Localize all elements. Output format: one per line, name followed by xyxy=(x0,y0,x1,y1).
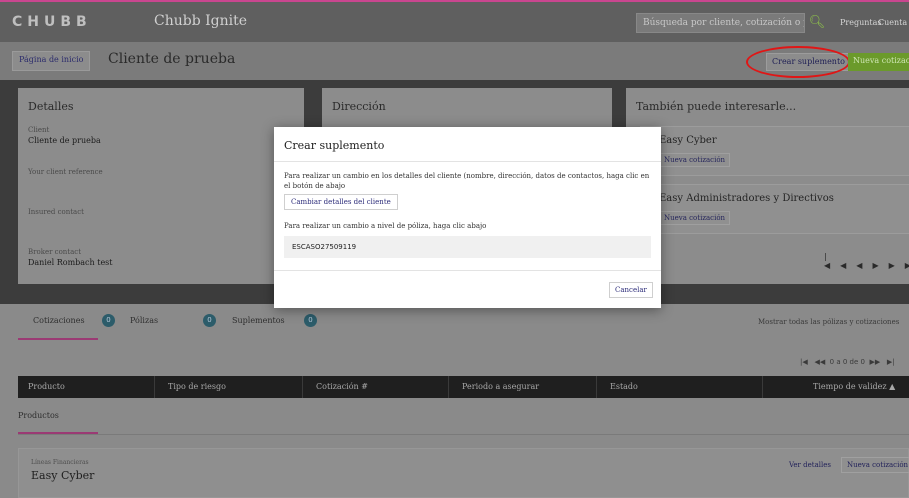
create-supplement-modal: Crear suplemento Para realizar un cambio… xyxy=(274,127,661,308)
column-divider xyxy=(596,376,597,398)
carousel-pager[interactable]: |◀◀◀▶▶▶| xyxy=(824,252,909,270)
client-header: Página de inicio Cliente de prueba Crear… xyxy=(0,42,909,80)
page-title: Cliente de prueba xyxy=(108,51,236,67)
table-pager[interactable]: |◀ ◀◀ 0 a 0 de 0 ▶▶ ▶| xyxy=(800,358,895,366)
column-header[interactable]: Tipo de riesgo xyxy=(168,382,226,391)
product-name: Easy Cyber xyxy=(31,469,95,482)
quotes-count-badge: 0 xyxy=(102,314,115,327)
details-title: Detalles xyxy=(28,100,74,113)
account-link[interactable]: Cuenta xyxy=(878,18,907,27)
home-button[interactable]: Página de inicio xyxy=(12,51,91,71)
product-new-quote-button[interactable]: Nueva cotización xyxy=(841,457,909,473)
reference-label: Your client reference xyxy=(28,168,103,176)
pager-text: 0 a 0 de 0 xyxy=(829,358,865,366)
top-navbar: CHUBB Chubb Ignite Búsqueda por cliente,… xyxy=(0,0,909,42)
table-header: Producto Tipo de riesgo Cotización # Per… xyxy=(18,376,909,398)
divider xyxy=(18,434,909,435)
column-header[interactable]: Producto xyxy=(28,382,65,391)
column-divider xyxy=(762,376,763,398)
policy-number-option[interactable]: ESCASO27509119 xyxy=(284,236,651,258)
modal-divider xyxy=(274,161,661,162)
tab-policies[interactable]: Pólizas xyxy=(130,316,158,325)
promo-new-quote-button[interactable]: Nueva cotización xyxy=(659,211,731,225)
tab-supplements[interactable]: Suplementos xyxy=(232,316,285,325)
cancel-button[interactable]: Cancelar xyxy=(609,282,653,298)
column-divider xyxy=(154,376,155,398)
last-page-icon[interactable]: ▶| xyxy=(887,358,895,366)
faq-link[interactable]: Preguntas xyxy=(840,18,881,27)
first-page-icon[interactable]: |◀ xyxy=(800,358,808,366)
promo-name: Easy Cyber xyxy=(659,135,717,146)
promo-name: Easy Administradores y Directivos xyxy=(659,193,834,204)
column-header[interactable]: Periodo a asegurar xyxy=(462,382,539,391)
chubb-logo[interactable]: CHUBB xyxy=(12,14,92,30)
column-header[interactable]: Cotización # xyxy=(316,382,368,391)
promo-card: Easy Cyber Nueva cotización xyxy=(640,126,909,176)
next-page-icon[interactable]: ▶▶ xyxy=(872,261,904,270)
column-divider xyxy=(302,376,303,398)
interest-title: También puede interesarle... xyxy=(636,100,797,113)
active-tab-underline xyxy=(18,338,98,340)
app-title: Chubb Ignite xyxy=(154,13,248,29)
column-header[interactable]: Estado xyxy=(610,382,638,391)
next-page-icon[interactable]: ▶▶ xyxy=(869,358,880,366)
new-quote-button[interactable]: Nueva cotización xyxy=(848,53,909,71)
modal-divider xyxy=(274,270,661,271)
tabs-row: Cotizaciones 0 Pólizas 0 Suplementos 0 M… xyxy=(0,304,909,342)
policy-change-instructions: Para realizar un cambio a nivel de póliz… xyxy=(284,222,487,230)
prev-page-icon[interactable]: ◀◀ xyxy=(840,261,872,270)
client-value: Cliente de prueba xyxy=(28,136,101,145)
first-page-icon[interactable]: |◀ xyxy=(824,252,840,270)
highlight-annotation xyxy=(746,46,850,78)
insured-label: Insured contact xyxy=(28,208,84,216)
policies-count-badge: 0 xyxy=(203,314,216,327)
view-details-link[interactable]: Ver detalles xyxy=(789,461,831,469)
interest-card: También puede interesarle... Easy Cyber … xyxy=(626,88,909,284)
details-card: Detalles Client Cliente de prueba Your c… xyxy=(18,88,304,284)
modal-title: Crear suplemento xyxy=(284,139,385,152)
change-client-details-button[interactable]: Cambiar detalles del cliente xyxy=(284,194,398,210)
client-label: Client xyxy=(28,126,50,134)
column-divider xyxy=(448,376,449,398)
tab-products[interactable]: Productos xyxy=(18,411,59,420)
promo-card: Easy Administradores y Directivos Nueva … xyxy=(640,184,909,234)
broker-value: Daniel Rombach test xyxy=(28,258,113,267)
product-card: Líneas Financieras Easy Cyber Ver detall… xyxy=(18,448,909,498)
column-header-sorted[interactable]: Tiempo de validez ▲ xyxy=(813,382,895,391)
product-category: Líneas Financieras xyxy=(31,459,89,466)
supplements-count-badge: 0 xyxy=(304,314,317,327)
address-title: Dirección xyxy=(332,100,386,113)
last-page-icon[interactable]: ▶| xyxy=(905,261,909,270)
show-all-link[interactable]: Mostrar todas las pólizas y cotizaciones xyxy=(758,318,899,326)
search-icon[interactable]: 🔍︎ xyxy=(806,13,828,33)
promo-new-quote-button[interactable]: Nueva cotización xyxy=(659,153,731,167)
broker-label: Broker contact xyxy=(28,248,82,256)
search-input[interactable]: Búsqueda por cliente, cotización o póliz… xyxy=(636,13,805,33)
tab-quotes[interactable]: Cotizaciones xyxy=(33,316,85,325)
client-change-instructions: Para realizar un cambio en los detalles … xyxy=(284,172,650,190)
prev-page-icon[interactable]: ◀◀ xyxy=(814,358,825,366)
